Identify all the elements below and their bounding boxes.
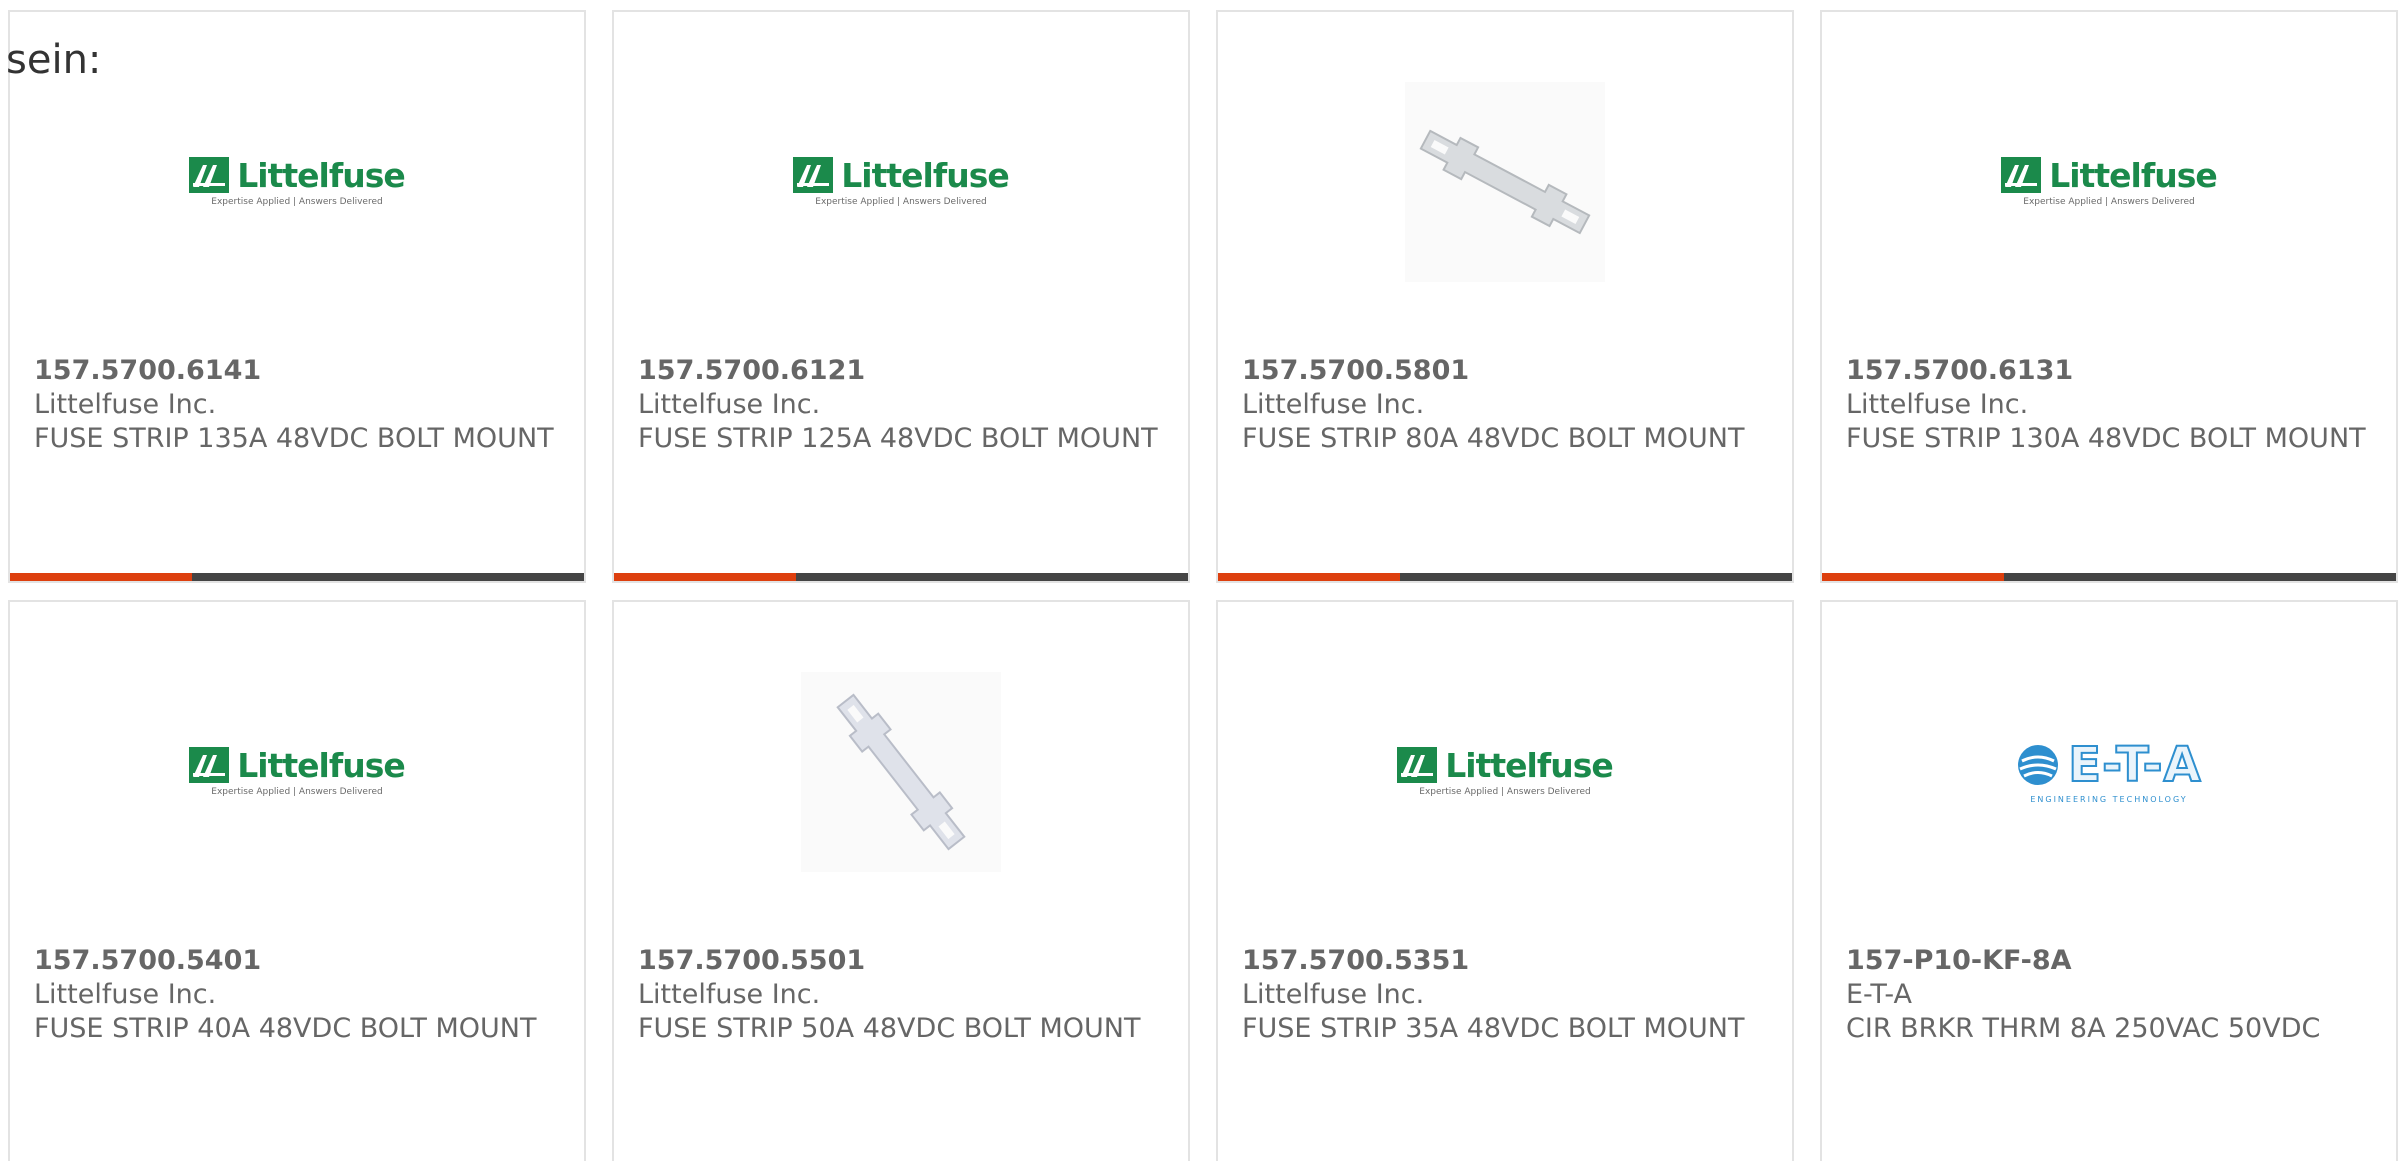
- card-bar-accent: [614, 573, 796, 581]
- manufacturer: Littelfuse Inc.: [638, 389, 821, 420]
- product-image[interactable]: [614, 662, 1188, 882]
- description: FUSE STRIP 80A 48VDC BOLT MOUNT: [1242, 423, 1745, 454]
- product-card[interactable]: E-T-A ENGINEERING TECHNOLOGY 157-P10-KF-…: [1820, 600, 2398, 1161]
- littelfuse-mark-icon: [189, 747, 230, 783]
- product-card[interactable]: Littelfuse Expertise Applied | Answers D…: [8, 10, 586, 583]
- card-bar: [10, 573, 584, 581]
- intro-text: sein:: [6, 37, 102, 83]
- manufacturer: Littelfuse Inc.: [1242, 979, 1425, 1010]
- product-image[interactable]: Littelfuse Expertise Applied | Answers D…: [1822, 72, 2396, 292]
- part-number[interactable]: 157.5700.5801: [1242, 354, 1772, 388]
- globe-icon: [2018, 744, 2059, 785]
- product-card[interactable]: Littelfuse Expertise Applied | Answers D…: [8, 600, 586, 1161]
- page: sein: Littelfuse Expertise Applied | Ans…: [0, 0, 2400, 1161]
- littelfuse-mark-icon: [793, 157, 834, 193]
- littelfuse-tagline: Expertise Applied | Answers Delivered: [1419, 787, 1591, 797]
- manufacturer: Littelfuse Inc.: [1242, 389, 1425, 420]
- littelfuse-mark-icon: [1397, 747, 1438, 783]
- description: FUSE STRIP 125A 48VDC BOLT MOUNT: [638, 423, 1158, 454]
- littelfuse-mark-icon: [189, 157, 230, 193]
- part-number[interactable]: 157.5700.6131: [1846, 354, 2376, 388]
- littelfuse-logo: Littelfuse Expertise Applied | Answers D…: [189, 157, 406, 207]
- littelfuse-wordmark: Littelfuse: [237, 745, 405, 785]
- description: FUSE STRIP 135A 48VDC BOLT MOUNT: [34, 423, 554, 454]
- eta-logo: E-T-A ENGINEERING TECHNOLOGY: [2016, 736, 2202, 804]
- card-bar-accent: [1822, 573, 2004, 581]
- description: CIR BRKR THRM 8A 250VAC 50VDC: [1846, 1013, 2321, 1044]
- product-card[interactable]: 157.5700.5801 Littelfuse Inc. FUSE STRIP…: [1216, 10, 1794, 583]
- product-card[interactable]: Littelfuse Expertise Applied | Answers D…: [612, 10, 1190, 583]
- product-card[interactable]: 157.5700.5501 Littelfuse Inc. FUSE STRIP…: [612, 600, 1190, 1161]
- product-image[interactable]: Littelfuse Expertise Applied | Answers D…: [10, 662, 584, 882]
- card-bar: [614, 573, 1188, 581]
- product-image[interactable]: Littelfuse Expertise Applied | Answers D…: [614, 72, 1188, 292]
- eta-tagline: ENGINEERING TECHNOLOGY: [2030, 794, 2188, 804]
- littelfuse-tagline: Expertise Applied | Answers Delivered: [2023, 197, 2195, 207]
- product-image[interactable]: Littelfuse Expertise Applied | Answers D…: [10, 72, 584, 292]
- part-number[interactable]: 157.5700.5501: [638, 944, 1168, 978]
- card-bar: [1218, 573, 1792, 581]
- littelfuse-tagline: Expertise Applied | Answers Delivered: [815, 197, 987, 207]
- product-image[interactable]: Littelfuse Expertise Applied | Answers D…: [1218, 662, 1792, 882]
- manufacturer: Littelfuse Inc.: [638, 979, 821, 1010]
- card-bar-accent: [1218, 573, 1400, 581]
- littelfuse-tagline: Expertise Applied | Answers Delivered: [211, 787, 383, 797]
- littelfuse-wordmark: Littelfuse: [2049, 155, 2217, 195]
- description: FUSE STRIP 40A 48VDC BOLT MOUNT: [34, 1013, 537, 1044]
- product-card[interactable]: Littelfuse Expertise Applied | Answers D…: [1820, 10, 2398, 583]
- littelfuse-logo: Littelfuse Expertise Applied | Answers D…: [2001, 157, 2218, 207]
- part-number[interactable]: 157.5700.5351: [1242, 944, 1772, 978]
- part-number[interactable]: 157.5700.6141: [34, 354, 564, 388]
- product-image[interactable]: E-T-A ENGINEERING TECHNOLOGY: [1822, 662, 2396, 882]
- part-number[interactable]: 157.5700.5401: [34, 944, 564, 978]
- manufacturer: Littelfuse Inc.: [34, 389, 217, 420]
- littelfuse-mark-icon: [2001, 157, 2042, 193]
- description: FUSE STRIP 130A 48VDC BOLT MOUNT: [1846, 423, 2366, 454]
- part-number[interactable]: 157-P10-KF-8A: [1846, 944, 2376, 978]
- littelfuse-tagline: Expertise Applied | Answers Delivered: [211, 197, 383, 207]
- card-bar-accent: [10, 573, 192, 581]
- product-card[interactable]: Littelfuse Expertise Applied | Answers D…: [1216, 600, 1794, 1161]
- description: FUSE STRIP 35A 48VDC BOLT MOUNT: [1242, 1013, 1745, 1044]
- littelfuse-logo: Littelfuse Expertise Applied | Answers D…: [1397, 747, 1614, 797]
- manufacturer: E-T-A: [1846, 979, 1912, 1010]
- card-bar: [1822, 573, 2396, 581]
- littelfuse-wordmark: Littelfuse: [1445, 745, 1613, 785]
- part-number[interactable]: 157.5700.6121: [638, 354, 1168, 388]
- littelfuse-wordmark: Littelfuse: [237, 155, 405, 195]
- fuse-strip-image: [801, 672, 1001, 872]
- manufacturer: Littelfuse Inc.: [34, 979, 217, 1010]
- littelfuse-logo: Littelfuse Expertise Applied | Answers D…: [189, 747, 406, 797]
- product-image[interactable]: [1218, 72, 1792, 292]
- manufacturer: Littelfuse Inc.: [1846, 389, 2029, 420]
- description: FUSE STRIP 50A 48VDC BOLT MOUNT: [638, 1013, 1141, 1044]
- littelfuse-wordmark: Littelfuse: [841, 155, 1009, 195]
- littelfuse-logo: Littelfuse Expertise Applied | Answers D…: [793, 157, 1010, 207]
- eta-wordmark: E-T-A: [2067, 736, 2202, 793]
- fuse-strip-image: [1405, 82, 1605, 282]
